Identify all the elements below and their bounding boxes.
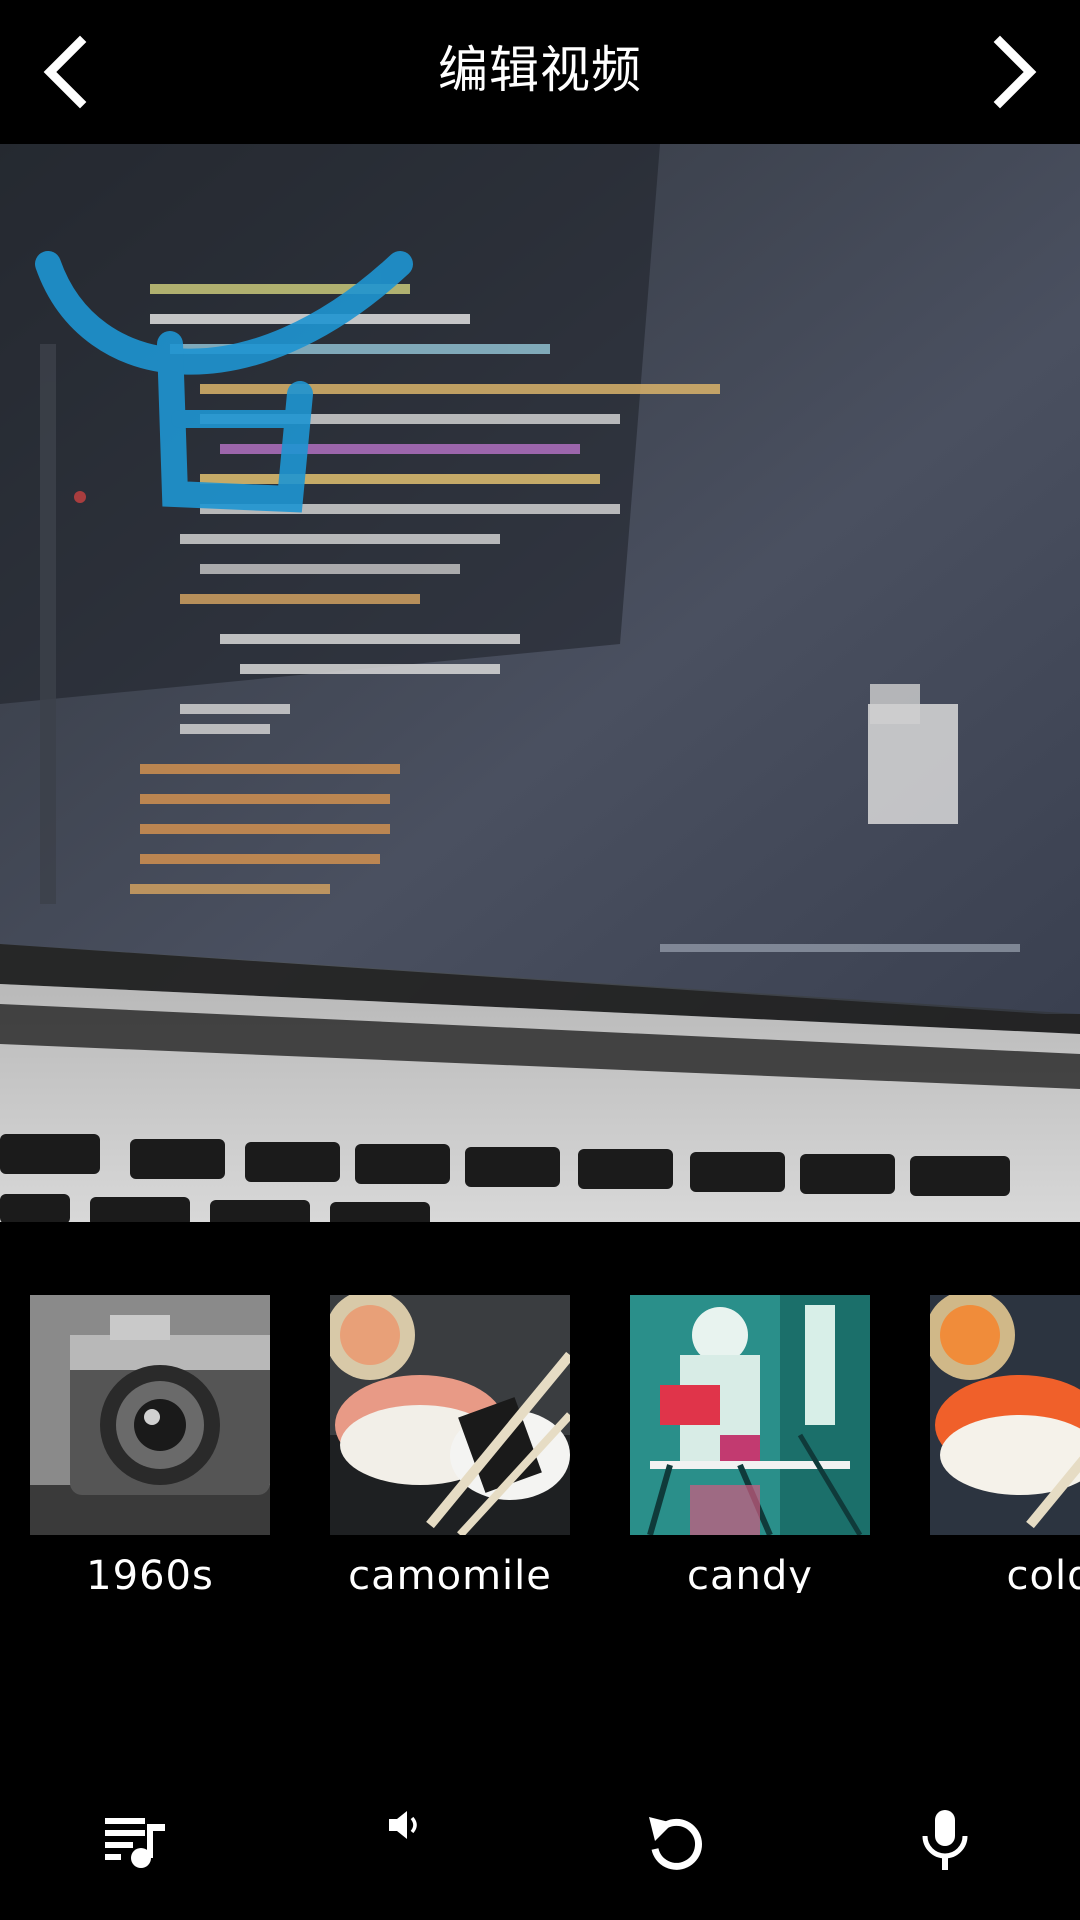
sushi-photo (330, 1295, 570, 1535)
filter-item-candy[interactable]: candy (630, 1295, 870, 1593)
filter-label: 1960s (86, 1553, 214, 1593)
filter-strip[interactable]: 1960s camomile candy col (0, 1222, 1080, 1622)
filter-item-cold[interactable]: cold (930, 1295, 1080, 1593)
microphone-icon (922, 1810, 968, 1870)
filter-item-1960s[interactable]: 1960s (30, 1295, 270, 1593)
filter-label: candy (687, 1553, 813, 1593)
filter-label: cold (1006, 1553, 1080, 1593)
next-button[interactable] (962, 22, 1062, 122)
filter-thumbnail (330, 1295, 570, 1535)
filter-thumbnail (930, 1295, 1080, 1535)
music-button[interactable] (90, 1796, 180, 1886)
record-voice-button[interactable] (900, 1796, 990, 1886)
undo-icon (649, 1817, 702, 1870)
bottom-toolbar (0, 1790, 1080, 1920)
page-title: 编辑视频 (438, 41, 642, 99)
candy-photo (630, 1295, 870, 1535)
chevron-right-icon (993, 35, 1037, 109)
filter-item-camomile[interactable]: camomile (330, 1295, 570, 1593)
camera-photo (30, 1295, 270, 1535)
filter-thumbnail (630, 1295, 870, 1535)
volume-icon (389, 1811, 417, 1839)
video-preview[interactable] (0, 144, 1080, 1222)
filter-thumbnail (30, 1295, 270, 1535)
filter-label: camomile (348, 1553, 552, 1593)
music-playlist-icon (105, 1818, 165, 1868)
video-frame (0, 144, 1080, 1222)
sushi-cold-photo (930, 1295, 1080, 1535)
top-bar: 编辑视频 (0, 0, 1080, 144)
undo-button[interactable] (630, 1796, 720, 1886)
volume-button[interactable] (360, 1780, 450, 1870)
